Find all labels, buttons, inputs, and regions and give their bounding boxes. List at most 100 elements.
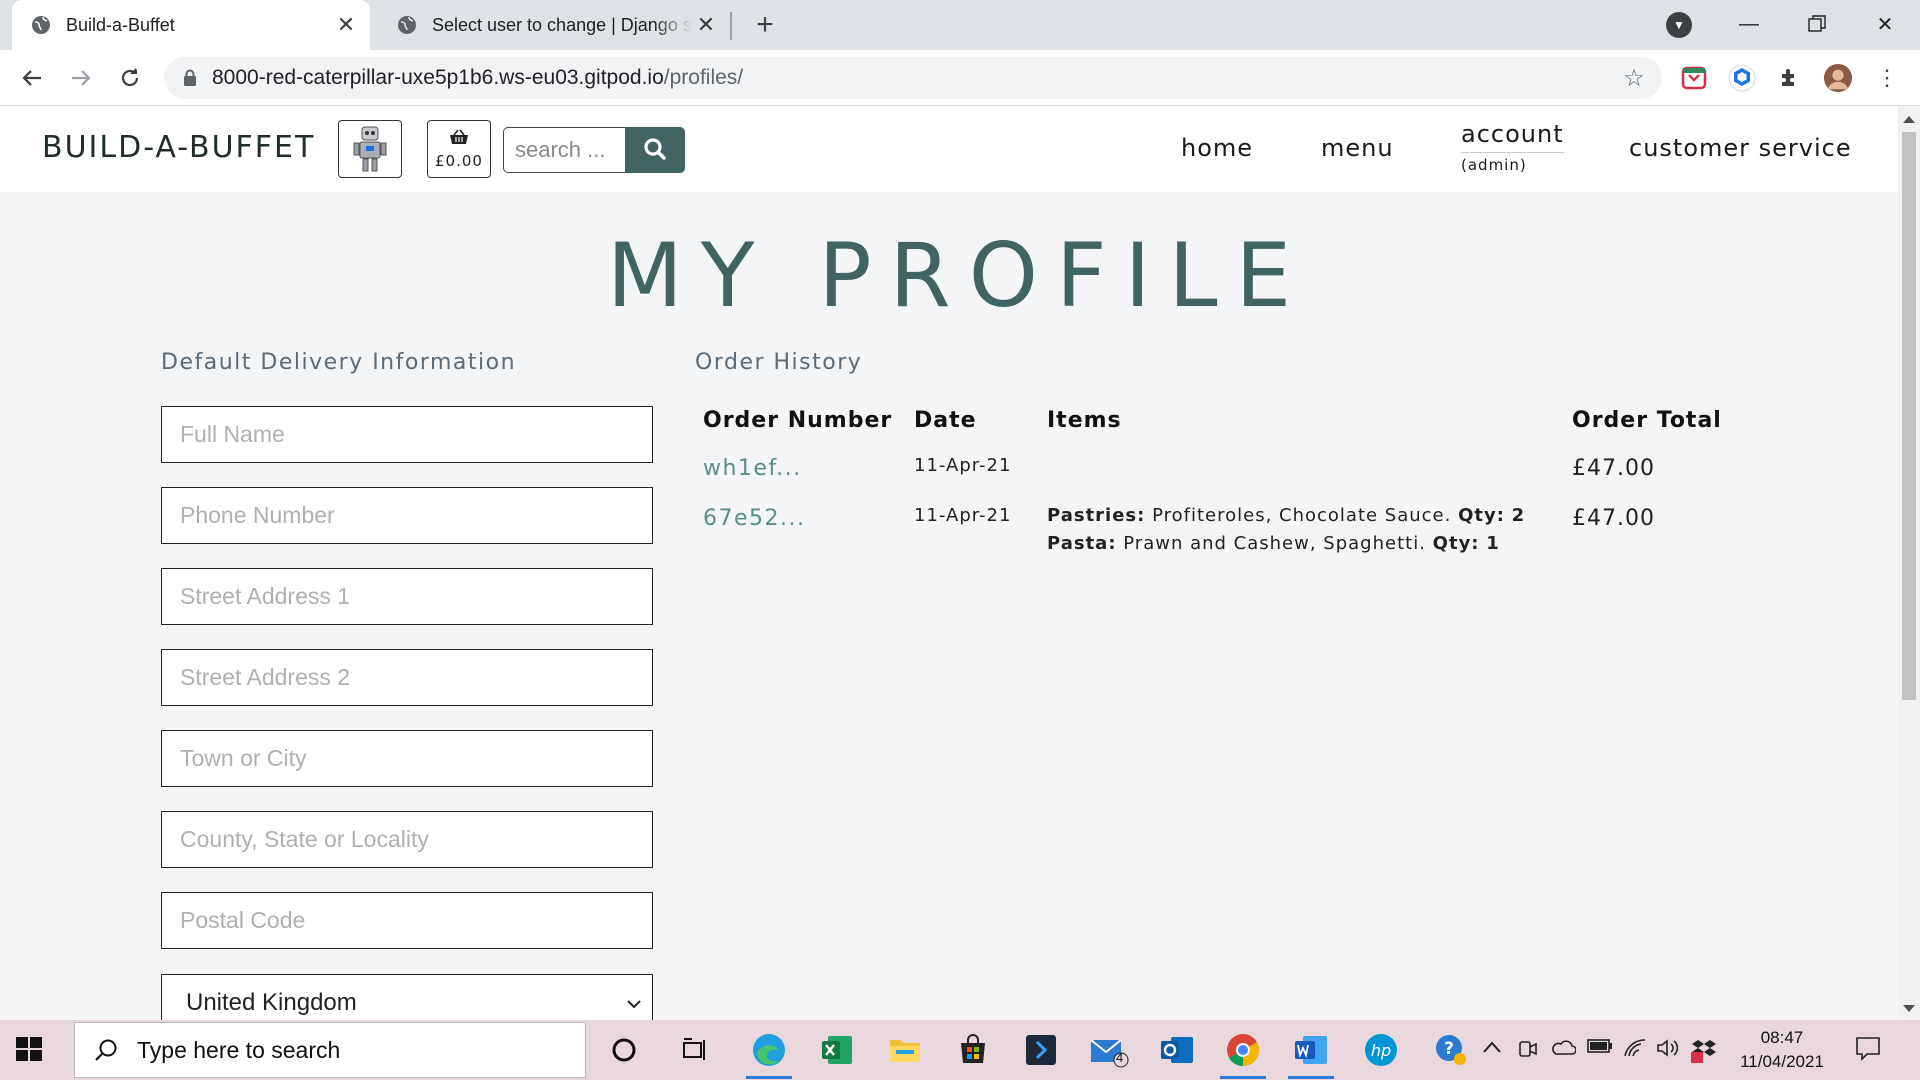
chevron-up-icon[interactable] xyxy=(1482,1038,1502,1059)
word-icon[interactable] xyxy=(1291,1030,1331,1070)
search-input[interactable] xyxy=(503,127,625,173)
nav-account-user: (admin) xyxy=(1461,152,1564,173)
system-clock[interactable]: 08:47 11/04/2021 xyxy=(1732,1026,1832,1074)
order-number-link[interactable]: 67e52... xyxy=(703,506,806,531)
order-number-link[interactable]: wh1ef... xyxy=(703,456,802,481)
task-view-icon[interactable] xyxy=(674,1030,714,1070)
excel-icon[interactable] xyxy=(817,1030,857,1070)
puzzle-extensions-icon[interactable] xyxy=(1775,63,1805,93)
page-viewport: BUILD-A-BUFFET £0.00 search ... home men… xyxy=(0,106,1898,1020)
tab-search-icon[interactable]: ▼ xyxy=(1666,12,1692,38)
item-qty-label: Qty: xyxy=(1432,533,1480,554)
back-button[interactable] xyxy=(13,59,51,97)
microsoft-store-icon[interactable] xyxy=(953,1030,993,1070)
item-qty-label: Qty: xyxy=(1458,505,1505,526)
nav-customer-service[interactable]: customer service xyxy=(1629,134,1852,220)
country-select[interactable]: United Kingdom xyxy=(161,974,653,1020)
robot-icon[interactable] xyxy=(338,120,402,178)
wifi-icon[interactable] xyxy=(1623,1038,1647,1063)
street-address-1-field[interactable] xyxy=(161,568,653,625)
lock-icon[interactable] xyxy=(180,69,200,87)
hp-icon[interactable]: hp xyxy=(1361,1030,1401,1070)
scroll-down-arrow-icon[interactable] xyxy=(1903,1005,1915,1012)
taskbar-search-box[interactable]: Type here to search xyxy=(74,1022,586,1078)
onedrive-cloud-icon[interactable] xyxy=(1550,1038,1577,1061)
page-scrollbar[interactable] xyxy=(1898,106,1920,1020)
nav-home[interactable]: home xyxy=(1181,134,1253,220)
nav-menu[interactable]: menu xyxy=(1321,134,1394,220)
order-total: £47.00 xyxy=(1572,456,1655,481)
bookmark-star-icon[interactable]: ☆ xyxy=(1616,64,1652,93)
minimize-button[interactable]: — xyxy=(1724,6,1774,42)
svg-text:hp: hp xyxy=(1371,1041,1391,1060)
site-logo[interactable]: BUILD-A-BUFFET xyxy=(42,130,315,165)
order-total: £47.00 xyxy=(1572,506,1655,531)
street-address-2-field[interactable] xyxy=(161,649,653,706)
order-item-line: Pasta: Prawn and Cashew, Spaghetti. Qty:… xyxy=(1047,530,1525,558)
clock-date: 11/04/2021 xyxy=(1740,1052,1824,1071)
close-icon[interactable]: ✕ xyxy=(692,11,720,39)
column-header: Items xyxy=(1047,408,1122,433)
outlook-icon[interactable] xyxy=(1157,1030,1197,1070)
windows-start-icon[interactable] xyxy=(14,1034,44,1064)
tab-build-a-buffet[interactable]: Build-a-Buffet ✕ xyxy=(12,0,370,50)
kebab-menu-icon[interactable]: ⋮ xyxy=(1872,63,1902,93)
chrome-icon[interactable] xyxy=(1223,1030,1263,1070)
reload-button[interactable] xyxy=(111,59,149,97)
globe-icon xyxy=(30,14,52,36)
notifications-icon[interactable] xyxy=(1854,1034,1882,1067)
nav-account-label: account xyxy=(1461,120,1564,148)
scroll-up-arrow-icon[interactable] xyxy=(1903,116,1915,123)
order-date: 11-Apr-21 xyxy=(914,455,1012,476)
forward-button[interactable] xyxy=(62,59,100,97)
item-description: Profiteroles, Chocolate Sauce. xyxy=(1152,505,1452,526)
new-tab-button[interactable]: + xyxy=(748,8,782,42)
item-qty: 2 xyxy=(1511,505,1526,526)
scrollbar-thumb[interactable] xyxy=(1902,132,1916,700)
vscode-icon[interactable] xyxy=(1021,1030,1061,1070)
search-icon xyxy=(93,1037,119,1063)
mail-icon[interactable]: 4 xyxy=(1089,1030,1129,1070)
tab-title: Build-a-Buffet xyxy=(66,14,175,35)
help-icon[interactable]: ? xyxy=(1431,1030,1471,1070)
url-path: /profiles/ xyxy=(663,66,744,89)
close-icon[interactable]: ✕ xyxy=(332,11,360,39)
dropbox-icon[interactable] xyxy=(1690,1038,1718,1069)
volume-icon[interactable] xyxy=(1656,1038,1680,1063)
tab-django-admin[interactable]: Select user to change | Django site admi… xyxy=(378,0,730,50)
postal-code-field[interactable] xyxy=(161,892,653,949)
tab-divider xyxy=(730,12,732,40)
shield-extension-icon[interactable] xyxy=(1727,63,1757,93)
battery-icon[interactable] xyxy=(1587,1038,1613,1059)
town-city-field[interactable] xyxy=(161,730,653,787)
restore-button[interactable] xyxy=(1792,6,1842,42)
order-item-line: Pastries: Profiteroles, Chocolate Sauce.… xyxy=(1047,502,1525,530)
address-bar[interactable]: 8000-red-caterpillar-uxe5p1b6.ws-eu03.gi… xyxy=(164,57,1662,99)
column-header: Date xyxy=(914,408,977,433)
search-button[interactable] xyxy=(625,127,685,173)
file-explorer-icon[interactable] xyxy=(885,1030,925,1070)
cortana-icon[interactable] xyxy=(604,1030,644,1070)
url-text[interactable]: 8000-red-caterpillar-uxe5p1b6.ws-eu03.gi… xyxy=(212,66,1616,90)
nav-account[interactable]: account (admin) xyxy=(1461,122,1564,208)
tab-title: Select user to change | Django site admi… xyxy=(432,14,692,35)
item-qty: 1 xyxy=(1486,533,1500,554)
site-search xyxy=(503,127,685,173)
pocket-extension-icon[interactable] xyxy=(1679,63,1709,93)
edge-browser-icon[interactable] xyxy=(749,1030,789,1070)
svg-text:?: ? xyxy=(1444,1039,1454,1059)
close-window-button[interactable]: ✕ xyxy=(1860,6,1910,42)
item-category: Pasta: xyxy=(1047,533,1117,554)
clock-time: 08:47 xyxy=(1760,1028,1804,1047)
basket-button[interactable]: £0.00 xyxy=(427,120,491,178)
phone-number-field[interactable] xyxy=(161,487,653,544)
full-name-field[interactable] xyxy=(161,406,653,463)
order-items: Pastries: Profiteroles, Chocolate Sauce.… xyxy=(1047,502,1525,558)
taskbar-search-placeholder: Type here to search xyxy=(137,1036,341,1063)
browser-toolbar: 8000-red-caterpillar-uxe5p1b6.ws-eu03.gi… xyxy=(0,50,1920,106)
profile-avatar[interactable] xyxy=(1823,63,1853,93)
site-header: BUILD-A-BUFFET £0.00 search ... home men… xyxy=(0,106,1898,192)
county-field[interactable] xyxy=(161,811,653,868)
globe-icon xyxy=(396,14,418,36)
meet-now-icon[interactable] xyxy=(1517,1038,1539,1065)
